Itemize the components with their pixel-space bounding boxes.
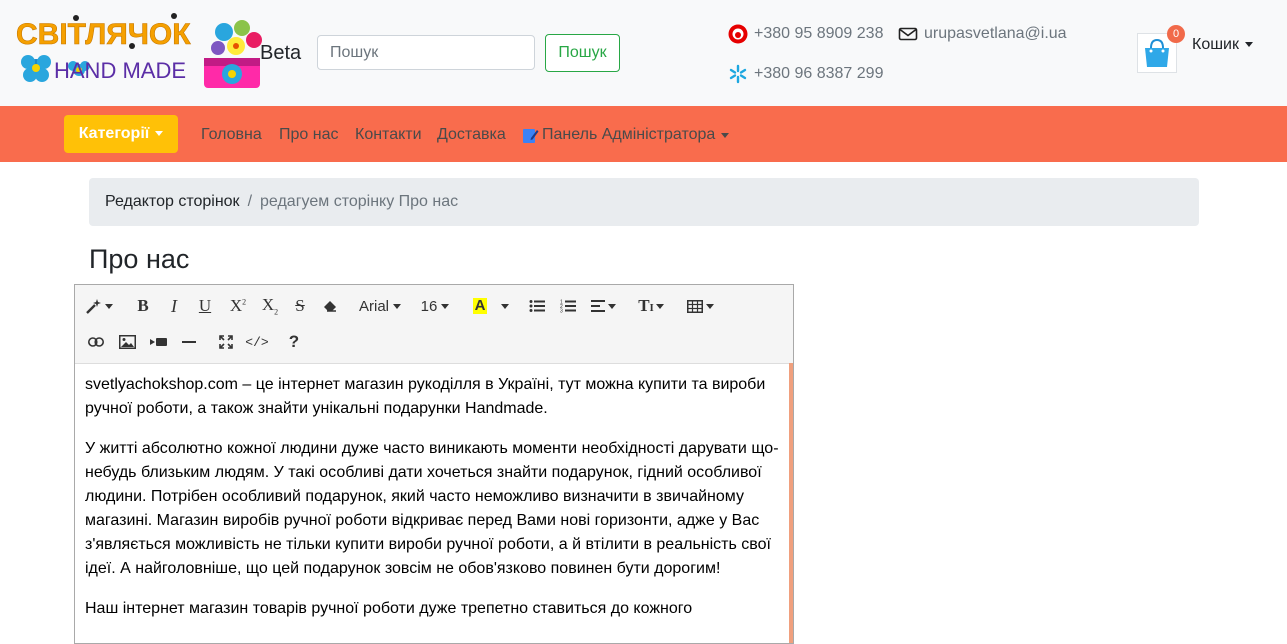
style-button[interactable] [80, 291, 118, 321]
breadcrumb: Редактор сторінок / редагуем сторінку Пр… [89, 178, 1199, 226]
breadcrumb-current: редагуем сторінку Про нас [260, 193, 459, 210]
logo-subtext: HAND MADE [54, 58, 186, 83]
bold-button[interactable]: B [128, 291, 158, 321]
help-button[interactable]: ? [279, 327, 309, 357]
phone-number: +380 96 8387 299 [754, 65, 884, 82]
chevron-down-icon [105, 303, 113, 309]
svg-text:3: 3 [560, 309, 563, 314]
cart-count-badge: 0 [1167, 25, 1185, 43]
editor-scrollbar[interactable] [789, 363, 793, 643]
editor-content[interactable]: svetlyachokshop.com – це інтернет магази… [75, 363, 789, 643]
table-icon [686, 299, 703, 313]
search-button[interactable]: Пошук [545, 34, 620, 72]
italic-icon: I [171, 295, 177, 316]
nav-link-home[interactable]: Головна [201, 126, 262, 144]
italic-button[interactable]: I [159, 291, 189, 321]
chevron-down-icon [501, 303, 509, 309]
envelope-icon [898, 24, 918, 44]
horizontal-rule-button[interactable] [174, 327, 204, 357]
email-contact[interactable]: urupasvetlana@i.ua [898, 24, 1067, 44]
search-input[interactable] [317, 35, 535, 70]
video-button[interactable] [143, 327, 173, 357]
nav-admin-dropdown[interactable]: Панель Адміністратора [522, 126, 730, 144]
chevron-down-icon [441, 303, 450, 309]
chevron-down-icon [655, 303, 664, 309]
flower-bouquet-icon [204, 20, 262, 88]
unordered-list-button[interactable] [522, 291, 552, 321]
magic-icon [86, 299, 101, 314]
fullscreen-button[interactable] [211, 327, 241, 357]
ordered-list-icon: 123 [560, 300, 576, 314]
content-paragraph: Наш інтернет магазин товарів ручної робо… [85, 600, 693, 617]
superscript-button[interactable]: X2 [223, 291, 253, 321]
subscript-icon: X2 [261, 295, 279, 317]
underline-button[interactable]: U [190, 291, 220, 321]
underline-icon: U [198, 296, 212, 315]
help-icon: ? [288, 332, 300, 351]
phone-kyivstar[interactable]: +380 96 8387 299 [728, 64, 883, 84]
phone-number: +380 95 8909 238 [754, 25, 884, 42]
chevron-down-icon [705, 303, 714, 309]
rich-text-editor: B I U X2 X2 S Arial 16 A 123 TI </> ? sv… [74, 284, 794, 644]
chevron-down-icon [607, 303, 616, 309]
site-logo[interactable]: СВІТЛЯЧОК HAND MADE [14, 12, 262, 90]
video-icon [149, 338, 167, 346]
font-family-value: Arial [358, 297, 389, 315]
logo-text: СВІТЛЯЧОК [16, 18, 191, 51]
line-height-button[interactable]: TI [631, 291, 671, 321]
text-color-button[interactable]: A [465, 291, 495, 321]
unordered-list-icon [529, 300, 545, 312]
chevron-down-icon [721, 132, 730, 138]
content-paragraph: svetlyachokshop.com – це інтернет магази… [85, 376, 766, 417]
eraser-icon [324, 301, 336, 312]
align-icon [590, 300, 605, 312]
font-family-select[interactable]: Arial [352, 291, 408, 321]
code-view-icon: </> [245, 334, 269, 350]
text-color-icon: A [472, 297, 488, 314]
horizontal-rule-icon [182, 341, 196, 343]
chevron-down-icon [393, 303, 401, 309]
fullscreen-icon [219, 335, 233, 349]
link-button[interactable] [81, 327, 111, 357]
categories-label: Категорії [78, 125, 150, 142]
kyivstar-icon [728, 64, 748, 84]
breadcrumb-separator: / [247, 193, 253, 210]
image-icon [118, 335, 136, 349]
categories-button[interactable]: Категорії [64, 115, 178, 153]
nav-link-delivery[interactable]: Доставка [437, 126, 506, 144]
ordered-list-button[interactable]: 123 [553, 291, 583, 321]
nav-link-about[interactable]: Про нас [279, 126, 338, 144]
content-paragraph: У житті абсолютно кожної людини дуже час… [85, 440, 779, 577]
paragraph-align-button[interactable] [584, 291, 622, 321]
breadcrumb-link-page-editor[interactable]: Редактор сторінок [105, 193, 240, 211]
chevron-down-icon [1245, 42, 1253, 48]
line-height-icon: TI [638, 296, 654, 315]
font-size-value: 16 [420, 297, 438, 315]
font-size-select[interactable]: 16 [415, 291, 455, 321]
beta-label: Beta [260, 42, 302, 64]
cart-dropdown[interactable]: Кошик [1192, 36, 1253, 54]
image-button[interactable] [112, 327, 142, 357]
edit-icon [523, 128, 539, 143]
page-title: Про нас [89, 244, 190, 274]
text-color-dropdown[interactable] [496, 291, 514, 321]
code-view-button[interactable]: </> [242, 327, 272, 357]
link-icon [88, 337, 104, 347]
nav-link-contacts[interactable]: Контакти [355, 126, 422, 144]
flower-icon [21, 55, 51, 82]
editor-toolbar: B I U X2 X2 S Arial 16 A 123 TI </> ? [75, 285, 793, 364]
strikethrough-button[interactable]: S [285, 291, 315, 321]
phone-vodafone[interactable]: +380 95 8909 238 [728, 24, 883, 44]
email-address: urupasvetlana@i.ua [924, 25, 1067, 42]
superscript-icon: X2 [229, 296, 247, 315]
table-button[interactable] [680, 291, 720, 321]
cart-label: Кошик [1192, 36, 1239, 53]
chevron-down-icon [155, 131, 164, 137]
strikethrough-icon: S [295, 296, 305, 315]
bold-icon: B [137, 296, 149, 315]
admin-panel-label: Панель Адміністратора [542, 126, 716, 143]
vodafone-icon [728, 24, 748, 44]
clear-format-button[interactable] [316, 291, 344, 321]
subscript-button[interactable]: X2 [255, 291, 285, 321]
